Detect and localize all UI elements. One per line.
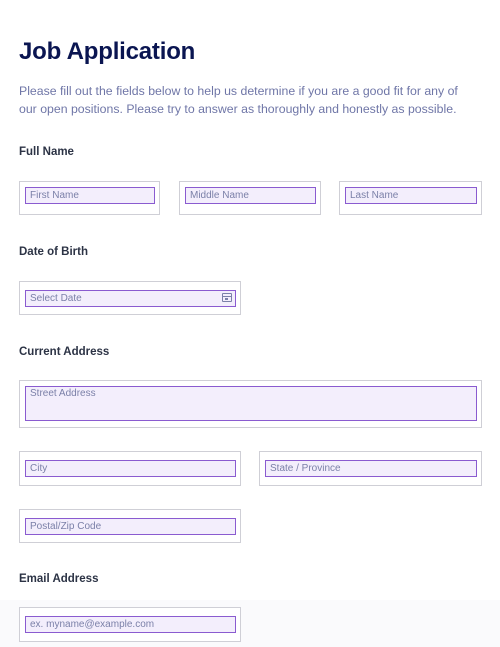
city-box — [19, 451, 241, 486]
date-of-birth-input[interactable] — [25, 290, 236, 307]
email-address-label: Email Address — [19, 573, 99, 585]
current-address-label: Current Address — [19, 346, 110, 358]
street-address-box — [19, 380, 482, 428]
calendar-icon[interactable] — [222, 293, 232, 302]
state-province-input[interactable] — [265, 460, 477, 477]
middle-name-input[interactable] — [185, 187, 316, 204]
full-name-label: Full Name — [19, 146, 74, 158]
last-name-box — [339, 181, 482, 215]
email-box — [19, 607, 241, 642]
zip-box — [19, 509, 241, 543]
city-input[interactable] — [25, 460, 236, 477]
page-title: Job Application — [19, 38, 196, 65]
email-input[interactable] — [25, 616, 236, 633]
state-box — [259, 451, 482, 486]
middle-name-box — [179, 181, 321, 215]
date-of-birth-box — [19, 281, 241, 315]
form-description: Please fill out the fields below to help… — [19, 84, 458, 116]
first-name-input[interactable] — [25, 187, 155, 204]
postal-zip-input[interactable] — [25, 518, 236, 535]
first-name-box — [19, 181, 160, 215]
street-address-input[interactable] — [25, 386, 477, 421]
date-of-birth-label: Date of Birth — [19, 246, 88, 258]
last-name-input[interactable] — [345, 187, 477, 204]
